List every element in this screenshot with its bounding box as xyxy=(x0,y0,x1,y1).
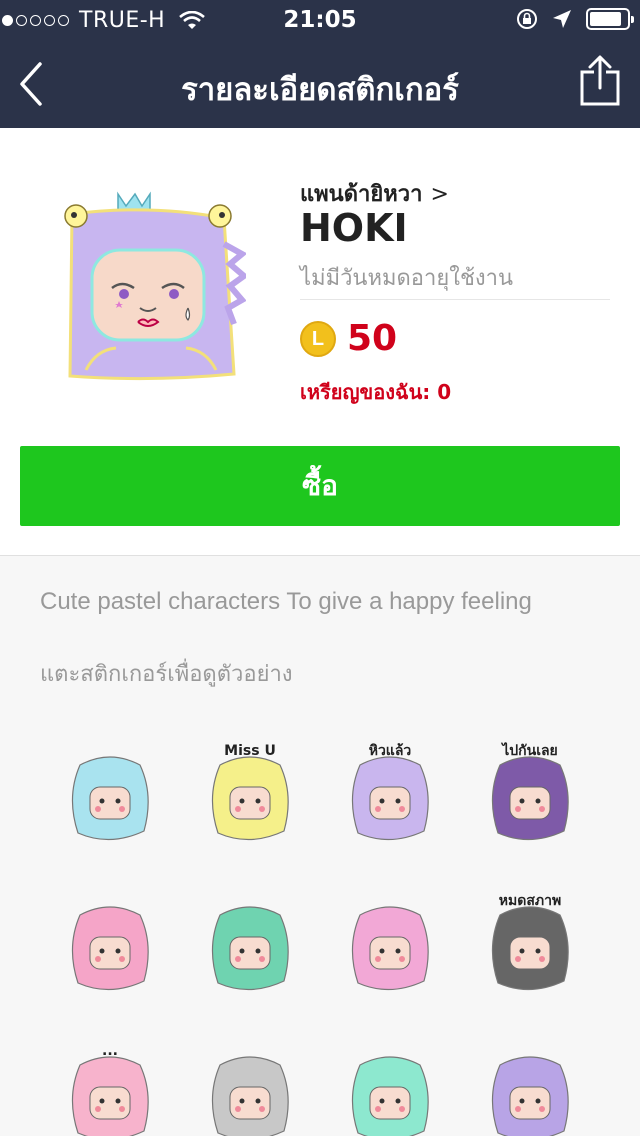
sticker-preview-item[interactable]: หิวแล้ว xyxy=(320,720,460,870)
sticker-main-image[interactable] xyxy=(56,184,246,394)
battery-icon xyxy=(586,8,634,30)
page-title: รายละเอียดสติกเกอร์ xyxy=(181,72,459,108)
sticker-thumbnail: หมดสภาพ xyxy=(491,893,569,991)
sticker-preview-item[interactable] xyxy=(40,720,180,870)
top-bar: TRUE-H 21:05 รายละเอียดสติกเกอร์ xyxy=(0,0,640,128)
sticker-preview-item[interactable] xyxy=(180,1020,320,1136)
sticker-thumbnail xyxy=(211,1056,289,1136)
sticker-preview-item[interactable]: หมดสภาพ xyxy=(460,870,600,1020)
sticker-preview-grid: Miss U หิวแล้ว ไปกันเลยหมดสภาพ... xyxy=(40,720,600,1136)
sticker-preview-item[interactable] xyxy=(180,870,320,1020)
sticker-caption: หิวแล้ว xyxy=(369,743,412,759)
sticker-thumbnail xyxy=(211,906,289,991)
sticker-preview-item[interactable] xyxy=(320,1020,460,1136)
sticker-caption: หมดสภาพ xyxy=(499,893,561,909)
sticker-thumbnail: Miss U xyxy=(211,743,289,841)
sticker-thumbnail xyxy=(71,756,149,841)
sticker-detail-card: แพนด้ายิหวา > HOKI ไม่มีวันหมดอายุใช้งาน … xyxy=(0,128,640,556)
back-button[interactable] xyxy=(14,60,50,108)
sticker-thumbnail xyxy=(351,906,429,991)
sticker-caption: ไปกันเลย xyxy=(500,741,558,759)
sticker-thumbnail: หิวแล้ว xyxy=(351,743,429,841)
sticker-thumbnail: ... xyxy=(71,1043,149,1136)
price: 50 xyxy=(347,318,398,359)
chevron-right-icon: > xyxy=(430,182,449,207)
sticker-preview-item[interactable] xyxy=(40,870,180,1020)
share-button[interactable] xyxy=(578,54,622,108)
sticker-name: HOKI xyxy=(300,206,408,250)
sticker-thumbnail xyxy=(491,1056,569,1136)
sticker-thumbnail: ไปกันเลย xyxy=(491,741,569,841)
my-coins-balance: เหรียญของฉัน: 0 xyxy=(300,380,452,404)
sticker-preview-item[interactable] xyxy=(460,1020,600,1136)
sticker-preview-item[interactable]: Miss U xyxy=(180,720,320,870)
navigation-bar: รายละเอียดสติกเกอร์ xyxy=(0,40,640,128)
validity-text: ไม่มีวันหมดอายุใช้งาน xyxy=(300,266,514,291)
sticker-caption: ... xyxy=(102,1043,118,1059)
preview-hint: แตะสติกเกอร์เพื่อดูตัวอย่าง xyxy=(40,662,293,687)
status-bar: TRUE-H 21:05 xyxy=(0,0,640,40)
author-name: แพนด้ายิหวา xyxy=(300,182,423,207)
sticker-preview-item[interactable] xyxy=(320,870,460,1020)
buy-button[interactable]: ซื้อ xyxy=(20,446,620,526)
sticker-preview-item[interactable]: ไปกันเลย xyxy=(460,720,600,870)
divider xyxy=(300,299,610,300)
rotation-lock-icon xyxy=(517,9,537,29)
sticker-thumbnail xyxy=(351,1056,429,1136)
sticker-description: Cute pastel characters To give a happy f… xyxy=(40,588,532,615)
location-arrow-icon xyxy=(553,10,571,28)
sticker-caption: Miss U xyxy=(224,743,276,759)
line-coin-icon: L xyxy=(300,321,336,357)
sticker-thumbnail xyxy=(71,906,149,991)
sticker-preview-item[interactable]: ... xyxy=(40,1020,180,1136)
